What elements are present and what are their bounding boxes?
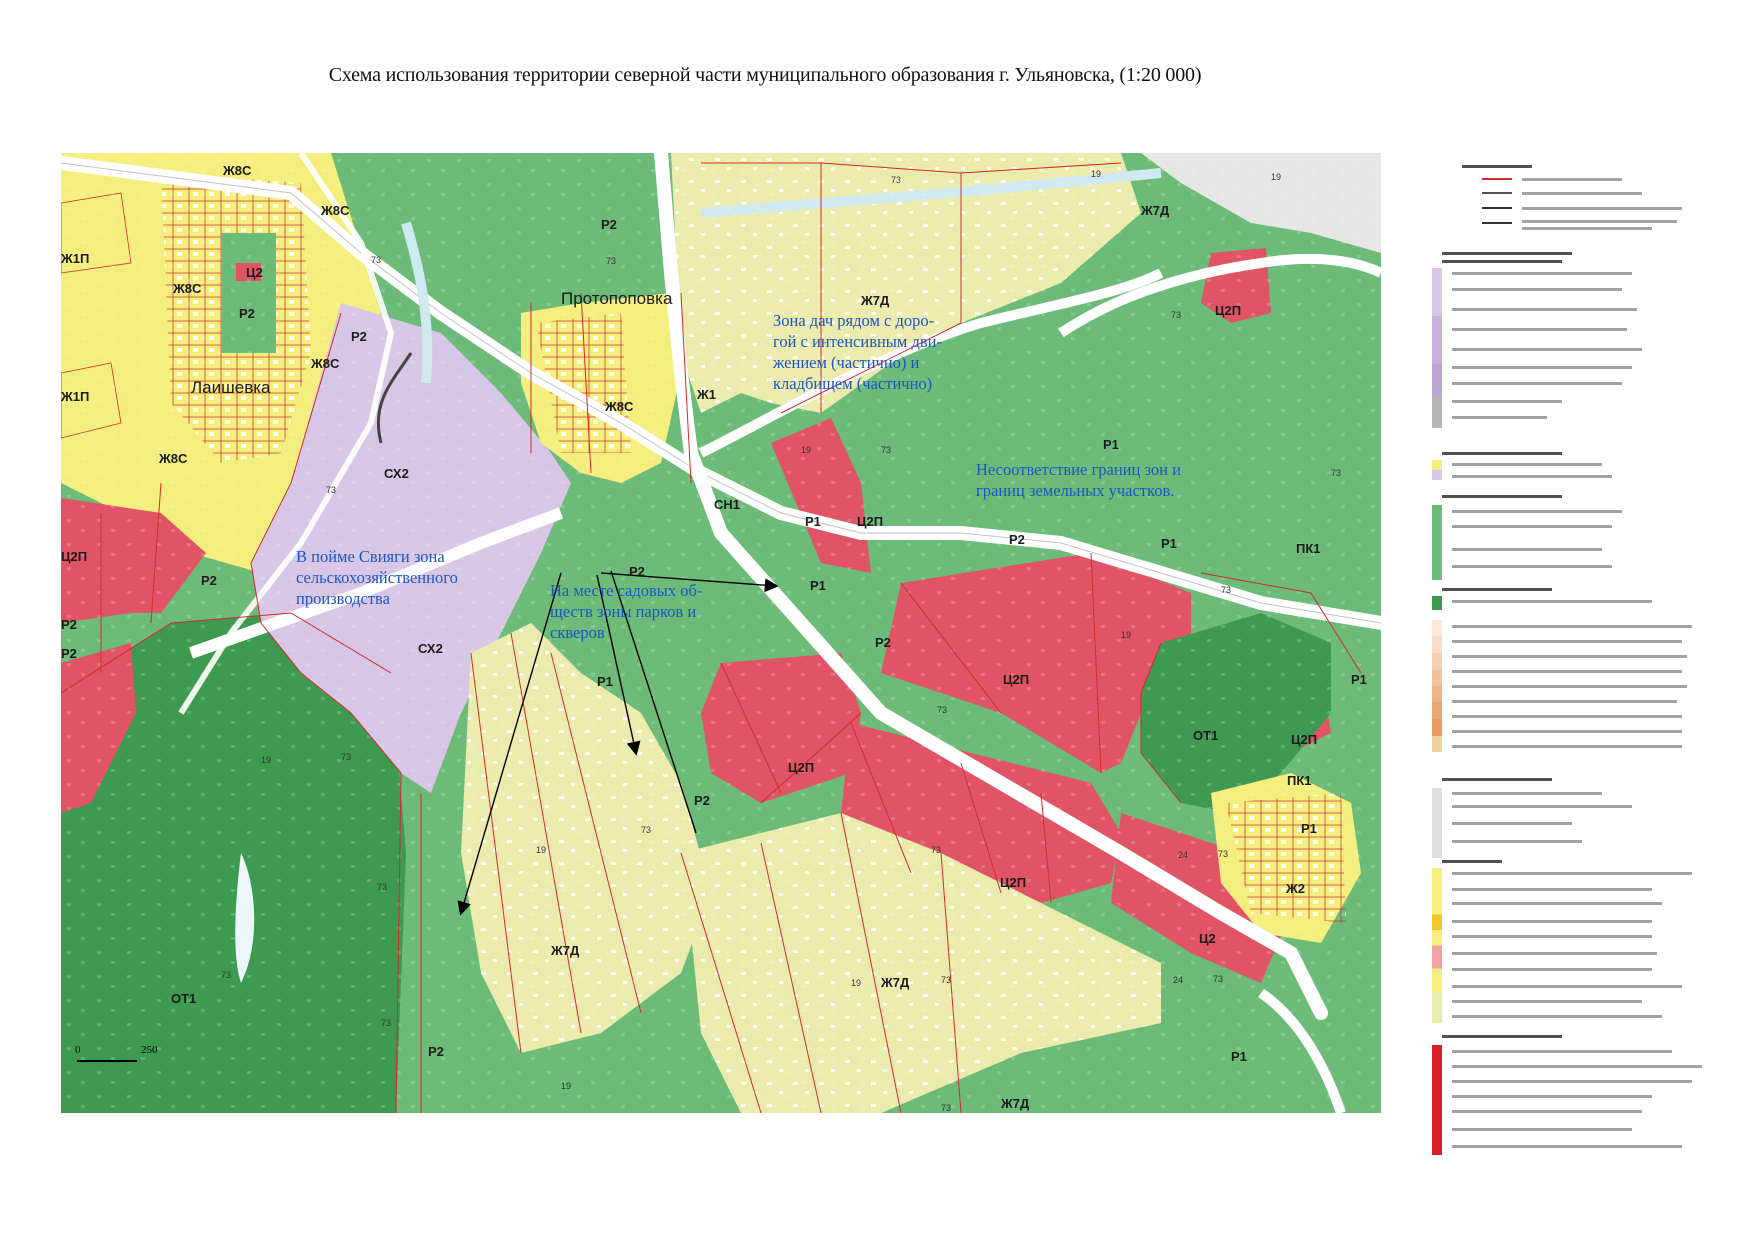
zone-label: Р2	[61, 646, 77, 661]
zone-label: Ц2	[246, 265, 263, 280]
cad-number: 73	[1171, 310, 1181, 320]
cad-number: 73	[326, 485, 336, 495]
annotation-boundary-mismatch: Несоответствие границ зон и границ земел…	[976, 460, 1181, 500]
cad-number: 73	[606, 256, 616, 266]
cad-number: 73	[341, 752, 351, 762]
zone-label: Ж1П	[61, 389, 89, 404]
zone-label: Ц2П	[1291, 732, 1317, 747]
zone-label: Р2	[601, 217, 617, 232]
cad-number: 73	[937, 705, 947, 715]
scale-distance: 250	[141, 1044, 158, 1056]
zone-label: Р2	[201, 573, 217, 588]
zone-label: ОТ1	[1193, 728, 1218, 743]
cad-number: 73	[881, 445, 891, 455]
zone-label: Ц2П	[61, 549, 87, 564]
cad-number: 19	[561, 1081, 571, 1091]
scale-bar: 0 250	[75, 1044, 185, 1074]
zone-label: ПК1	[1296, 541, 1321, 556]
map-legend	[1412, 160, 1712, 1160]
zone-label: Ж8С	[320, 203, 350, 218]
zone-label: Р2	[428, 1044, 444, 1059]
cad-number: 19	[1121, 630, 1131, 640]
map-canvas[interactable]: Ж8С Ж8С Ж1П Ц2 Ж8С Р2 Р2 Ж8С Лаишевка Ж1…	[61, 153, 1381, 1113]
cad-number: 19	[851, 978, 861, 988]
zone-label: Р1	[810, 578, 826, 593]
zone-label: Р1	[1351, 672, 1367, 687]
cad-number: 19	[261, 755, 271, 765]
zone-label: Ж8С	[222, 163, 252, 178]
cad-number: 73	[941, 975, 951, 985]
zone-label: ОТ1	[171, 991, 196, 1006]
zone-label: Р2	[239, 306, 255, 321]
zone-label: Ж8С	[310, 356, 340, 371]
cad-number: 73	[1221, 585, 1231, 595]
cad-number: 19	[1091, 169, 1101, 179]
zone-label: Ж2	[1285, 881, 1305, 896]
zone-label: Ж8С	[172, 281, 202, 296]
place-label-protopopovka: Протопоповка	[561, 289, 673, 308]
zone-label: Ж8С	[604, 399, 634, 414]
cad-number: 73	[641, 825, 651, 835]
zone-label: Р1	[1301, 821, 1317, 836]
cad-number: 73	[1331, 468, 1341, 478]
zone-label: Р1	[597, 674, 613, 689]
zoning-map: Ж8С Ж8С Ж1П Ц2 Ж8С Р2 Р2 Ж8С Лаишевка Ж1…	[61, 153, 1381, 1113]
cad-number: 24	[1178, 850, 1188, 860]
zone-label: Ж7Д	[880, 975, 910, 990]
zone-label: Ж1П	[61, 251, 89, 266]
zone-label: Ц2П	[1000, 875, 1026, 890]
zone-label: Ц2П	[1003, 672, 1029, 687]
scale-zero: 0	[75, 1044, 81, 1056]
zone-label: Ж7Д	[550, 943, 580, 958]
zone-label: Р2	[694, 793, 710, 808]
zone-label: Ж1	[696, 387, 716, 402]
zone-label: СХ2	[384, 466, 409, 481]
cad-number: 19	[536, 845, 546, 855]
annotation-dachas: Зона дач рядом с доро- гой с интенсивным…	[773, 311, 942, 393]
zone-label: Ж8С	[158, 451, 188, 466]
zone-label: ПК1	[1287, 773, 1312, 788]
cad-number: 73	[931, 845, 941, 855]
zone-label: Р2	[351, 329, 367, 344]
cad-number: 73	[941, 1103, 951, 1113]
cad-number: 73	[371, 255, 381, 265]
zone-label: Р2	[875, 635, 891, 650]
zone-label: Ц2	[1199, 931, 1216, 946]
cad-number: 19	[1271, 172, 1281, 182]
zone-label: Р1	[1103, 437, 1119, 452]
page-title: Схема использования территории северной …	[328, 64, 1202, 86]
annotation-svijaga-floodplain: В пойме Свияги зона сельскохозяйственног…	[296, 547, 458, 608]
scale-line	[77, 1060, 137, 1062]
zone-label: Р1	[1161, 536, 1177, 551]
cad-number: 73	[1218, 849, 1228, 859]
zone-label: Ж7Д	[860, 293, 890, 308]
zone-label: Р1	[1231, 1049, 1247, 1064]
zone-label: СН1	[714, 497, 740, 512]
place-label-laishevka: Лаишевка	[191, 378, 271, 397]
zone-label: СХ2	[418, 641, 443, 656]
cad-number: 73	[891, 175, 901, 185]
zone-label: Ц2П	[1215, 303, 1241, 318]
zone-label: Ж7Д	[1000, 1096, 1030, 1111]
cad-number: 73	[221, 970, 231, 980]
zone-label: Р2	[61, 617, 77, 632]
zone-label: Ц2П	[788, 760, 814, 775]
cad-number: 73	[381, 1018, 391, 1028]
cad-number: 73	[1213, 974, 1223, 984]
zone-label: Р1	[805, 514, 821, 529]
zone-label: Р2	[1009, 532, 1025, 547]
annotation-garden-societies: На месте садовых об- ществ зоны парков и…	[550, 581, 703, 642]
cad-number: 73	[377, 882, 387, 892]
zone-label: Р2	[629, 564, 645, 579]
zone-label: Ж7Д	[1140, 203, 1170, 218]
cad-number: 24	[1173, 975, 1183, 985]
cad-number: 19	[801, 445, 811, 455]
zone-label: Ц2П	[857, 514, 883, 529]
